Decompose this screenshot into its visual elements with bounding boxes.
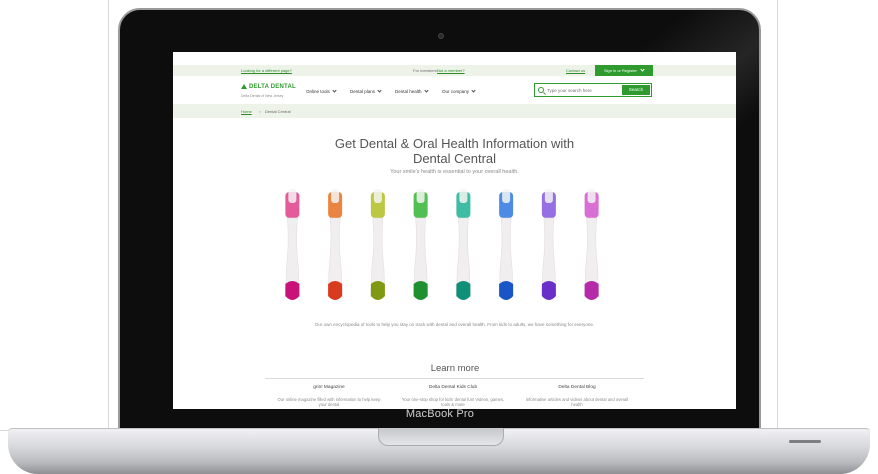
card-text-blog: Informative articles and videos about de… bbox=[525, 397, 629, 407]
toothbrush-8 bbox=[584, 189, 599, 300]
sign-in-button[interactable]: Sign in or Register bbox=[595, 65, 653, 76]
nav-our-company[interactable]: Our company bbox=[442, 88, 476, 94]
toothbrush-3 bbox=[370, 189, 386, 300]
toothbrush-7 bbox=[541, 189, 557, 300]
logo-subtext: Delta Dental of New Jersey bbox=[241, 94, 284, 98]
nav-label: Dental plans bbox=[350, 89, 376, 94]
card-title-blog[interactable]: Delta Dental Blog bbox=[522, 385, 632, 390]
chevron-down-icon bbox=[332, 88, 337, 93]
toothbrush-image bbox=[285, 189, 599, 300]
learn-more-heading: Learn more bbox=[430, 363, 480, 374]
nav-dental-health[interactable]: Dental health bbox=[395, 88, 429, 94]
page-title-line2: Dental Central bbox=[412, 151, 497, 166]
delta-logo-icon bbox=[241, 84, 247, 89]
page-subtitle: Your smile's health is essential to your… bbox=[390, 169, 519, 175]
chevron-down-icon bbox=[423, 88, 429, 93]
logo[interactable]: DELTA DENTAL bbox=[241, 84, 296, 90]
card-text-magazine: Our online magazine filled with informat… bbox=[277, 397, 381, 407]
device-label: MacBook Pro bbox=[405, 408, 475, 420]
not-member-link[interactable]: Not a member? bbox=[437, 68, 465, 73]
toothbrush-1 bbox=[285, 189, 300, 300]
chevron-down-icon bbox=[377, 88, 382, 93]
page-title: Get Dental & Oral Health Information wit… bbox=[273, 136, 636, 166]
toothbrush-5 bbox=[456, 189, 471, 300]
nav-online-tools[interactable]: Online tools bbox=[306, 88, 337, 94]
browser-screen: Looking for a different page? For member… bbox=[173, 52, 736, 409]
card-title-kids-club[interactable]: Delta Dental Kids Club bbox=[398, 385, 508, 390]
frame-line-right bbox=[777, 0, 778, 430]
frame-line-left bbox=[108, 0, 109, 430]
breadcrumb-home-link[interactable]: Home bbox=[241, 109, 252, 114]
search-box: Search bbox=[534, 83, 652, 97]
nav-dental-plans[interactable]: Dental plans bbox=[350, 88, 382, 94]
camera-icon bbox=[438, 33, 444, 39]
card-text-kids-club: Your one-stop shop for kids' dental fun!… bbox=[401, 397, 505, 407]
laptop-slit bbox=[789, 440, 821, 443]
search-button[interactable]: Search bbox=[622, 85, 650, 95]
logo-text: DELTA DENTAL bbox=[249, 84, 296, 90]
nav-label: Online tools bbox=[306, 89, 330, 94]
screenshot-stage: Looking for a different page? For member… bbox=[0, 0, 878, 474]
breadcrumb-current: Dental Central bbox=[265, 109, 291, 114]
page-title-line1: Get Dental & Oral Health Information wit… bbox=[334, 136, 575, 151]
laptop-notch bbox=[378, 428, 504, 446]
nav-label: Dental health bbox=[395, 89, 422, 94]
toothbrush-6 bbox=[498, 189, 514, 300]
search-input[interactable] bbox=[547, 87, 617, 94]
chevron-down-icon bbox=[640, 67, 645, 72]
members-text: For members: bbox=[413, 68, 438, 73]
different-page-link[interactable]: Looking for a different page? bbox=[241, 68, 292, 73]
learn-more-divider bbox=[265, 378, 644, 379]
site-header: DELTA DENTAL Delta Dental of New Jersey … bbox=[173, 76, 736, 104]
toothbrush-4 bbox=[413, 189, 428, 300]
search-icon bbox=[538, 87, 544, 93]
toothbrush-2 bbox=[327, 189, 343, 300]
intro-paragraph: Our own encyclopedia of tools to help yo… bbox=[314, 322, 595, 327]
breadcrumb: Home > Dental Central bbox=[173, 104, 736, 118]
card-title-magazine[interactable]: grin! Magazine bbox=[274, 385, 384, 390]
nav-label: Our company bbox=[442, 89, 470, 94]
breadcrumb-separator: > bbox=[259, 109, 262, 114]
sign-in-label: Sign in or Register bbox=[603, 68, 637, 73]
contact-us-link[interactable]: Contact us bbox=[566, 68, 585, 73]
chevron-down-icon bbox=[471, 88, 476, 93]
